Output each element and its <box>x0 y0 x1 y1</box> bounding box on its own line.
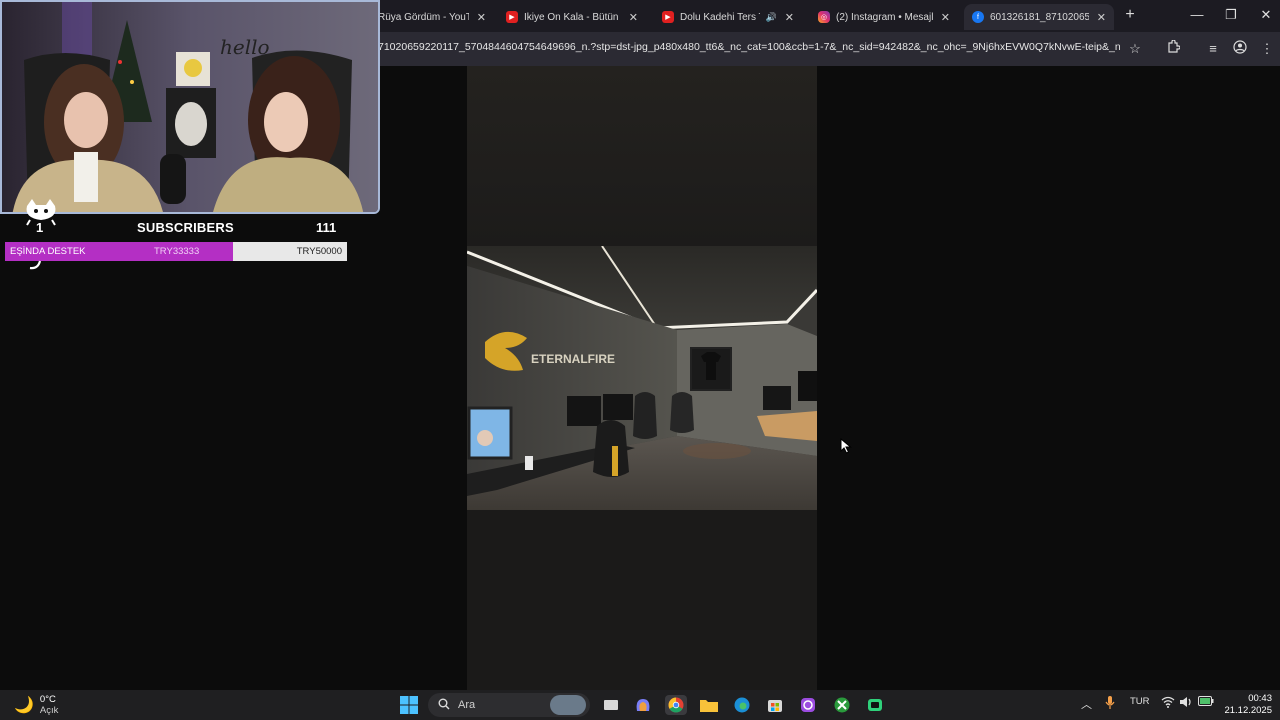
tab-close-icon[interactable]: ✕ <box>477 11 486 24</box>
wall-logo-text: ETERNALFIRE <box>531 352 615 366</box>
new-tab-button[interactable]: + <box>1122 6 1138 24</box>
bookmark-star-icon[interactable]: ☆ <box>1126 40 1144 58</box>
tab-dolu-kadehi[interactable]: ▶ Dolu Kadehi Ters Tut 🔊 ✕ <box>654 4 802 30</box>
xbox-icon[interactable] <box>831 695 853 715</box>
gaming-room-photo: ETERNALFIRE <box>467 246 817 510</box>
streamer-webcam: hello <box>0 0 380 214</box>
language-indicator[interactable]: TUR <box>1130 696 1150 707</box>
battery-icon[interactable] <box>1198 696 1214 709</box>
tab-title: 601326181_8710206592 <box>990 11 1089 23</box>
edge-icon[interactable] <box>731 695 753 715</box>
facebook-icon: f <box>972 11 984 23</box>
purple-app-icon[interactable] <box>797 695 819 715</box>
streaming-app-icon[interactable] <box>864 695 886 715</box>
system-clock[interactable]: 00:43 21.12.2025 <box>1222 693 1272 717</box>
subscribers-label: SUBSCRIBERS <box>137 219 234 235</box>
clock-date: 21.12.2025 <box>1224 705 1272 716</box>
tab-ruya-gordum[interactable]: Rüya Gördüm - YouTu ✕ <box>370 4 494 30</box>
windows-taskbar: 🌙 0°C Açık Ara ︿ TUR 00:43 21.12.2025 <box>0 690 1280 720</box>
minimize-icon[interactable]: — <box>1187 6 1207 24</box>
extensions-icon[interactable] <box>1164 39 1182 58</box>
youtube-icon: ▶ <box>506 11 518 23</box>
wifi-icon[interactable] <box>1161 696 1175 711</box>
sub-left-count: 1 <box>36 219 44 235</box>
menu-kebab-icon[interactable]: ⋮ <box>1258 40 1276 58</box>
search-icon <box>438 698 450 713</box>
speaker-icon[interactable]: 🔊 <box>766 12 777 23</box>
speaker-icon[interactable] <box>1179 696 1193 711</box>
taskbar-search[interactable]: Ara <box>428 693 590 717</box>
subscriber-counter-bar: 1 SUBSCRIBERS 111 <box>0 215 380 239</box>
tab-image-active[interactable]: f 601326181_8710206592 ✕ <box>964 4 1114 30</box>
restore-icon[interactable]: ❐ <box>1221 6 1241 24</box>
tab-title: İkiye On Kala - Bütün İsta <box>524 11 621 23</box>
goal-decoration-icon <box>29 260 42 270</box>
tab-title: Dolu Kadehi Ters Tut <box>680 11 760 23</box>
goal-label: EŞİNDA DESTEK <box>10 246 86 257</box>
tab-close-icon[interactable]: ✕ <box>629 11 638 24</box>
clock-time: 00:43 <box>1248 693 1272 704</box>
microsoft-store-icon[interactable] <box>764 695 786 715</box>
goal-current-amount: TRY33333 <box>154 246 200 257</box>
media-control-icon[interactable]: ≡ <box>1204 40 1222 58</box>
instagram-icon: ◎ <box>818 11 830 23</box>
microphone-icon[interactable] <box>1105 696 1115 713</box>
search-placeholder: Ara <box>458 699 476 711</box>
tab-title: Rüya Gördüm - YouTu <box>378 11 469 23</box>
task-view-icon[interactable] <box>600 695 622 715</box>
tab-close-icon[interactable]: ✕ <box>941 11 950 24</box>
moon-icon: 🌙 <box>14 697 34 714</box>
copilot-icon[interactable] <box>632 695 654 715</box>
weather-widget[interactable]: 🌙 0°C Açık <box>14 694 58 716</box>
mouse-cursor-icon <box>840 438 852 454</box>
tab-title: (2) Instagram • Mesajlar <box>836 11 933 23</box>
tab-ikiye-on-kala[interactable]: ▶ İkiye On Kala - Bütün İsta ✕ <box>498 4 646 30</box>
close-window-icon[interactable]: ✕ <box>1256 6 1276 24</box>
search-highlight-icon <box>550 695 586 715</box>
tab-close-icon[interactable]: ✕ <box>785 11 794 24</box>
file-explorer-icon[interactable] <box>698 695 720 715</box>
sub-right-count: 111 <box>316 219 337 235</box>
chrome-icon[interactable] <box>665 695 687 715</box>
youtube-icon: ▶ <box>662 11 674 23</box>
profile-icon[interactable] <box>1231 40 1249 58</box>
tab-close-icon[interactable]: ✕ <box>1097 11 1106 24</box>
weather-desc: Açık <box>39 705 59 716</box>
goal-target-amount: TRY50000 <box>296 246 342 257</box>
tab-instagram[interactable]: ◎ (2) Instagram • Mesajlar ✕ <box>810 4 958 30</box>
chevron-up-icon[interactable]: ︿ <box>1081 696 1092 712</box>
donation-goal-bar: EŞİNDA DESTEK TRY33333 TRY50000 <box>5 242 347 261</box>
weather-temp: 0°C <box>39 694 56 705</box>
address-bar[interactable]: 71020659220117_5704844604754649696_n.?st… <box>378 41 1120 53</box>
start-windows-icon[interactable] <box>398 695 420 715</box>
